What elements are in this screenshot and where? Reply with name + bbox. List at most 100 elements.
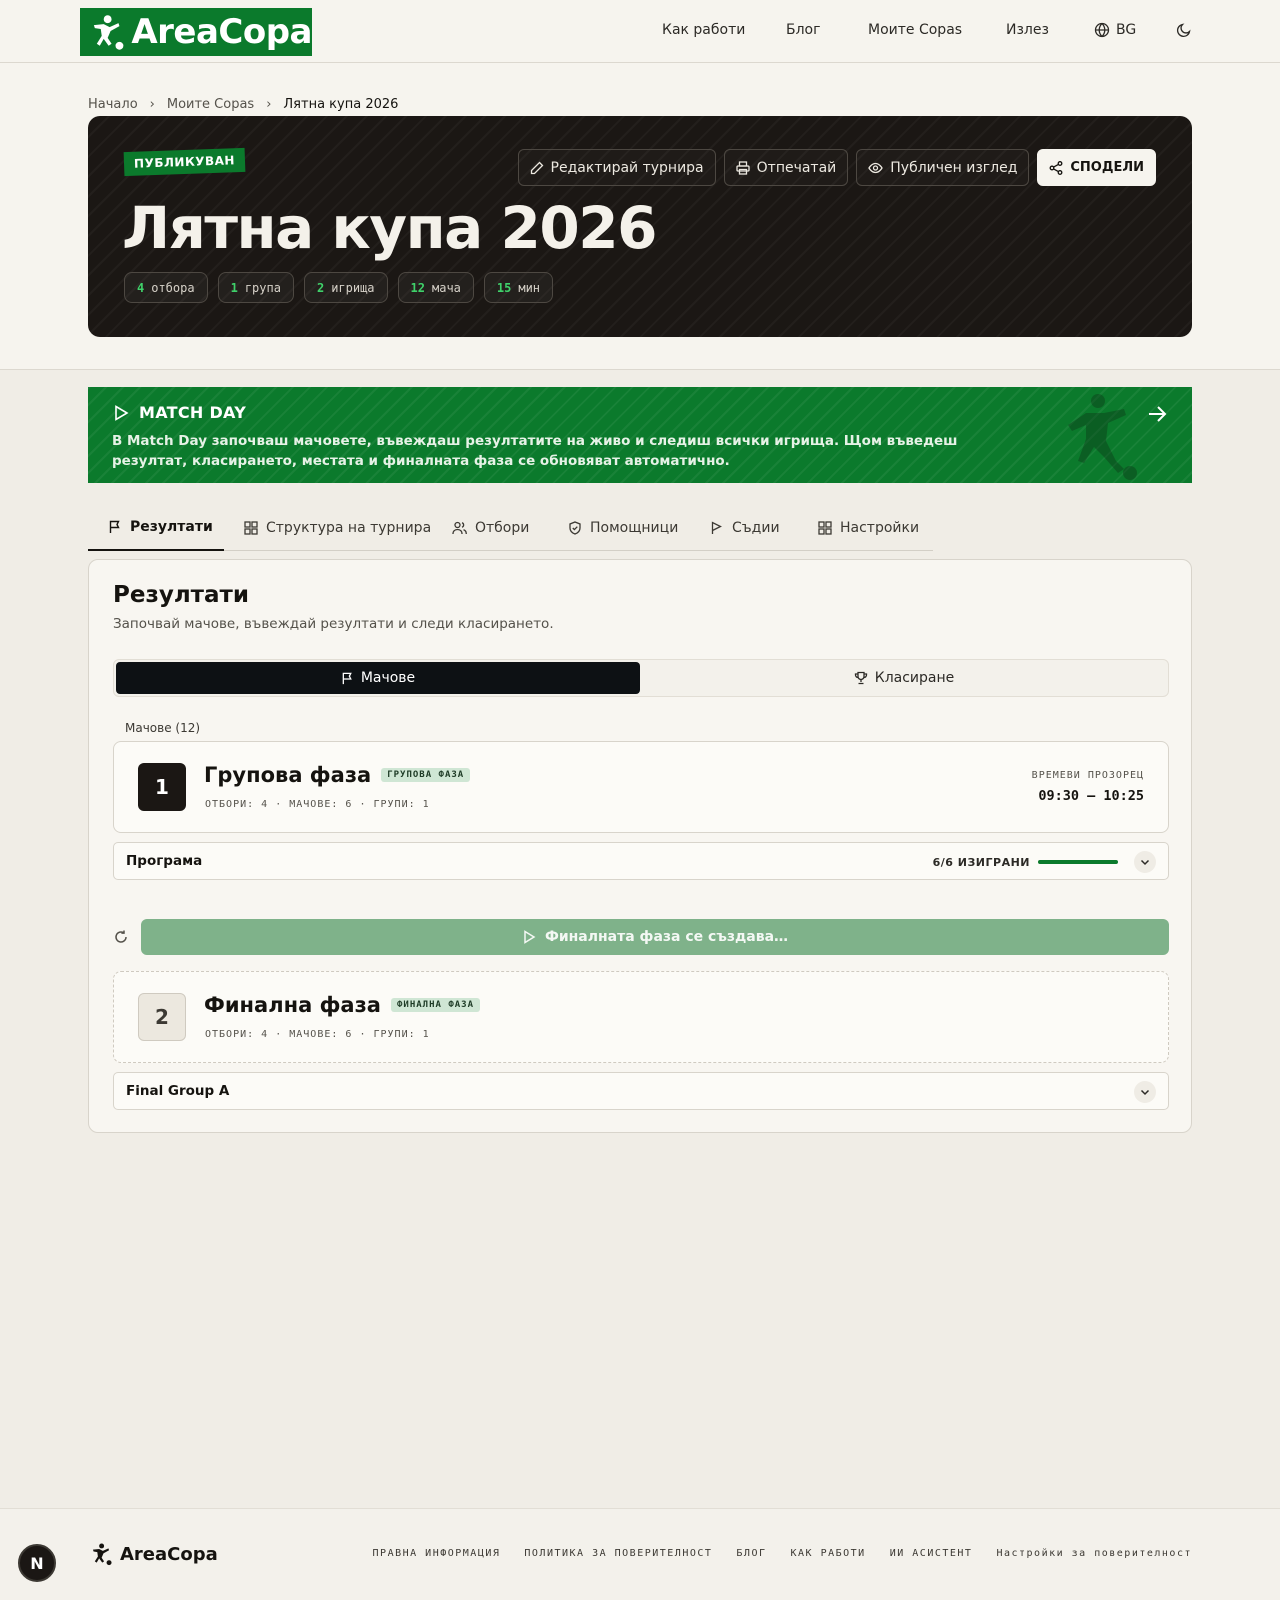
grid-icon bbox=[244, 521, 258, 535]
player-silhouette-icon bbox=[1068, 394, 1137, 480]
brand-name: AreaCopa bbox=[131, 12, 312, 52]
breadcrumb: Начало › Моите Copas › Лятна купа 2026 bbox=[88, 97, 398, 112]
tab-label: Помощници bbox=[590, 520, 679, 536]
edit-tournament-button[interactable]: Редактирай турнира bbox=[517, 149, 716, 186]
breadcrumb-home[interactable]: Начало bbox=[88, 97, 138, 112]
tab-settings[interactable]: Настройки bbox=[818, 505, 919, 551]
spinner-icon bbox=[115, 930, 127, 943]
tournament-header-section: Начало › Моите Copas › Лятна купа 2026 П… bbox=[0, 63, 1280, 370]
phase-number: 1 bbox=[138, 763, 186, 811]
public-view-button[interactable]: Публичен изглед bbox=[856, 149, 1030, 186]
played-count: 6/6 ИЗИГРАНИ bbox=[932, 855, 1030, 869]
stat-label: група bbox=[244, 280, 281, 295]
chevron-down-icon bbox=[1140, 859, 1150, 866]
devtools-badge[interactable]: N bbox=[18, 1544, 56, 1582]
nav-how-it-works[interactable]: Как работи bbox=[662, 22, 745, 38]
grid-icon bbox=[818, 521, 832, 535]
share-button[interactable]: СПОДЕЛИ bbox=[1037, 149, 1156, 186]
chevron-down-icon bbox=[1140, 1089, 1150, 1096]
tournament-title: Лятна купа 2026 bbox=[122, 194, 657, 262]
phase-number: 2 bbox=[138, 993, 186, 1041]
phase-card-final[interactable]: 2 Финална фаза ФИНАЛНА ФАЗА ОТБОРИ: 4 · … bbox=[113, 971, 1169, 1063]
footer-links: ПРАВНА ИНФОРМАЦИЯ ПОЛИТИКА ЗА ПОВЕРИТЕЛН… bbox=[373, 1548, 1192, 1559]
tab-label: Настройки bbox=[840, 520, 920, 536]
stat-groups: 1 група bbox=[217, 272, 294, 303]
brand-logo[interactable]: AreaCopa bbox=[80, 8, 312, 56]
player-logo-icon bbox=[92, 1543, 112, 1566]
print-button[interactable]: Отпечатай bbox=[723, 149, 849, 186]
progress-fill bbox=[1038, 860, 1118, 864]
nav-my-copas[interactable]: Моите Copas bbox=[868, 22, 962, 38]
match-day-description: В Match Day започваш мачовете, въвеждаш … bbox=[112, 433, 958, 469]
footer-link-blog[interactable]: БЛОГ bbox=[736, 1548, 766, 1559]
final-group-title: Final Group A bbox=[126, 1083, 230, 1099]
stat-label: мин bbox=[518, 280, 541, 295]
schedule-progress-bar bbox=[1038, 860, 1118, 864]
create-final-phase-button[interactable]: Финалната фаза се създава… bbox=[141, 919, 1169, 955]
footer: AreaCopa ПРАВНА ИНФОРМАЦИЯ ПОЛИТИКА ЗА П… bbox=[0, 1508, 1280, 1600]
globe-icon bbox=[1094, 22, 1110, 38]
segment-label: Класиране bbox=[874, 670, 955, 686]
footer-link-how-it-works[interactable]: КАК РАБОТИ bbox=[791, 1548, 866, 1559]
stat-label: игрища bbox=[331, 280, 375, 295]
time-window-label: ВРЕМЕВИ ПРОЗОРЕЦ bbox=[1031, 770, 1144, 781]
schedule-accordion[interactable]: Програма 6/6 ИЗИГРАНИ bbox=[113, 842, 1169, 880]
stat-value: 1 bbox=[230, 280, 238, 295]
printer-icon bbox=[735, 160, 750, 175]
time-window-value: 09:30 – 10:25 bbox=[1038, 788, 1144, 804]
expand-toggle[interactable] bbox=[1134, 851, 1156, 873]
footer-logo[interactable]: AreaCopa bbox=[88, 1541, 218, 1567]
phase-name-text: Групова фаза bbox=[204, 763, 372, 787]
tab-label: Съдии bbox=[732, 520, 780, 536]
phase-card-group[interactable]: 1 Групова фаза ГРУПОВА ФАЗА ОТБОРИ: 4 · … bbox=[113, 741, 1169, 833]
final-group-accordion[interactable]: Final Group A bbox=[113, 1072, 1169, 1110]
final-phase-loading-row: Финалната фаза се създава… bbox=[113, 919, 1169, 955]
stat-matches: 12 мача bbox=[397, 272, 474, 303]
player-logo-icon bbox=[93, 15, 124, 50]
tab-label: Резултати bbox=[130, 519, 213, 535]
match-day-banner[interactable]: MATCH DAY В Match Day започваш мачовете,… bbox=[88, 387, 1192, 483]
match-day-title-text: MATCH DAY bbox=[139, 403, 247, 422]
segment-matches[interactable]: Мачове bbox=[116, 662, 640, 694]
stat-value: 15 bbox=[496, 280, 512, 295]
top-navigation-bar: AreaCopa Как работи Блог Моите Copas Изл… bbox=[0, 0, 1280, 63]
edit-tournament-label: Редактирай турнира bbox=[550, 159, 704, 176]
tab-teams[interactable]: Отбори bbox=[452, 505, 529, 551]
share-icon bbox=[1049, 160, 1063, 175]
stat-minutes: 15 мин bbox=[483, 272, 554, 303]
chevron-right-icon: › bbox=[149, 97, 155, 112]
tab-label: Структура на турнира bbox=[266, 520, 432, 536]
flag-icon bbox=[711, 521, 722, 534]
language-label: BG bbox=[1116, 22, 1137, 38]
tab-results[interactable]: Резултати bbox=[88, 505, 224, 551]
share-label: СПОДЕЛИ bbox=[1070, 160, 1144, 175]
footer-link-legal[interactable]: ПРАВНА ИНФОРМАЦИЯ bbox=[373, 1548, 501, 1559]
stat-label: отбора bbox=[151, 280, 195, 295]
phase-meta: ОТБОРИ: 4 · МАЧОВЕ: 6 · ГРУПИ: 1 bbox=[205, 799, 430, 810]
stat-value: 2 bbox=[316, 280, 325, 295]
stat-label: мача bbox=[432, 280, 461, 295]
footer-link-privacy-settings[interactable]: Настройки за поверителност bbox=[996, 1548, 1192, 1559]
nav-blog[interactable]: Блог bbox=[786, 22, 820, 38]
create-final-phase-label: Финалната фаза се създава… bbox=[544, 929, 789, 945]
expand-toggle[interactable] bbox=[1134, 1081, 1156, 1103]
nav-logout[interactable]: Излез bbox=[1006, 22, 1049, 38]
schedule-title: Програма bbox=[126, 853, 203, 869]
play-icon bbox=[524, 930, 536, 944]
tournament-hero-card: ПУБЛИКУВАН Лятна купа 2026 Редактирай ту… bbox=[88, 116, 1192, 337]
footer-link-ai-assistant[interactable]: ИИ АСИСТЕНТ bbox=[890, 1548, 973, 1559]
users-icon bbox=[452, 521, 467, 535]
flag-icon bbox=[109, 520, 120, 533]
tab-tournament-structure[interactable]: Структура на турнира bbox=[244, 505, 431, 551]
hero-actions: Редактирай турнира Отпечатай Публичен из… bbox=[517, 149, 1156, 186]
breadcrumb-my-copas[interactable]: Моите Copas bbox=[167, 97, 254, 112]
theme-toggle[interactable] bbox=[1176, 22, 1192, 38]
stat-fields: 2 игрища bbox=[303, 272, 388, 303]
tab-referees[interactable]: Съдии bbox=[710, 505, 780, 551]
tab-helpers[interactable]: Помощници bbox=[568, 505, 678, 551]
footer-link-privacy-policy[interactable]: ПОЛИТИКА ЗА ПОВЕРИТЕЛНОСТ bbox=[524, 1548, 712, 1559]
language-switcher[interactable]: BG bbox=[1094, 22, 1136, 38]
segment-standings[interactable]: Класиране bbox=[642, 662, 1166, 694]
stat-value: 4 bbox=[137, 280, 145, 295]
chevron-right-icon: › bbox=[266, 97, 272, 112]
